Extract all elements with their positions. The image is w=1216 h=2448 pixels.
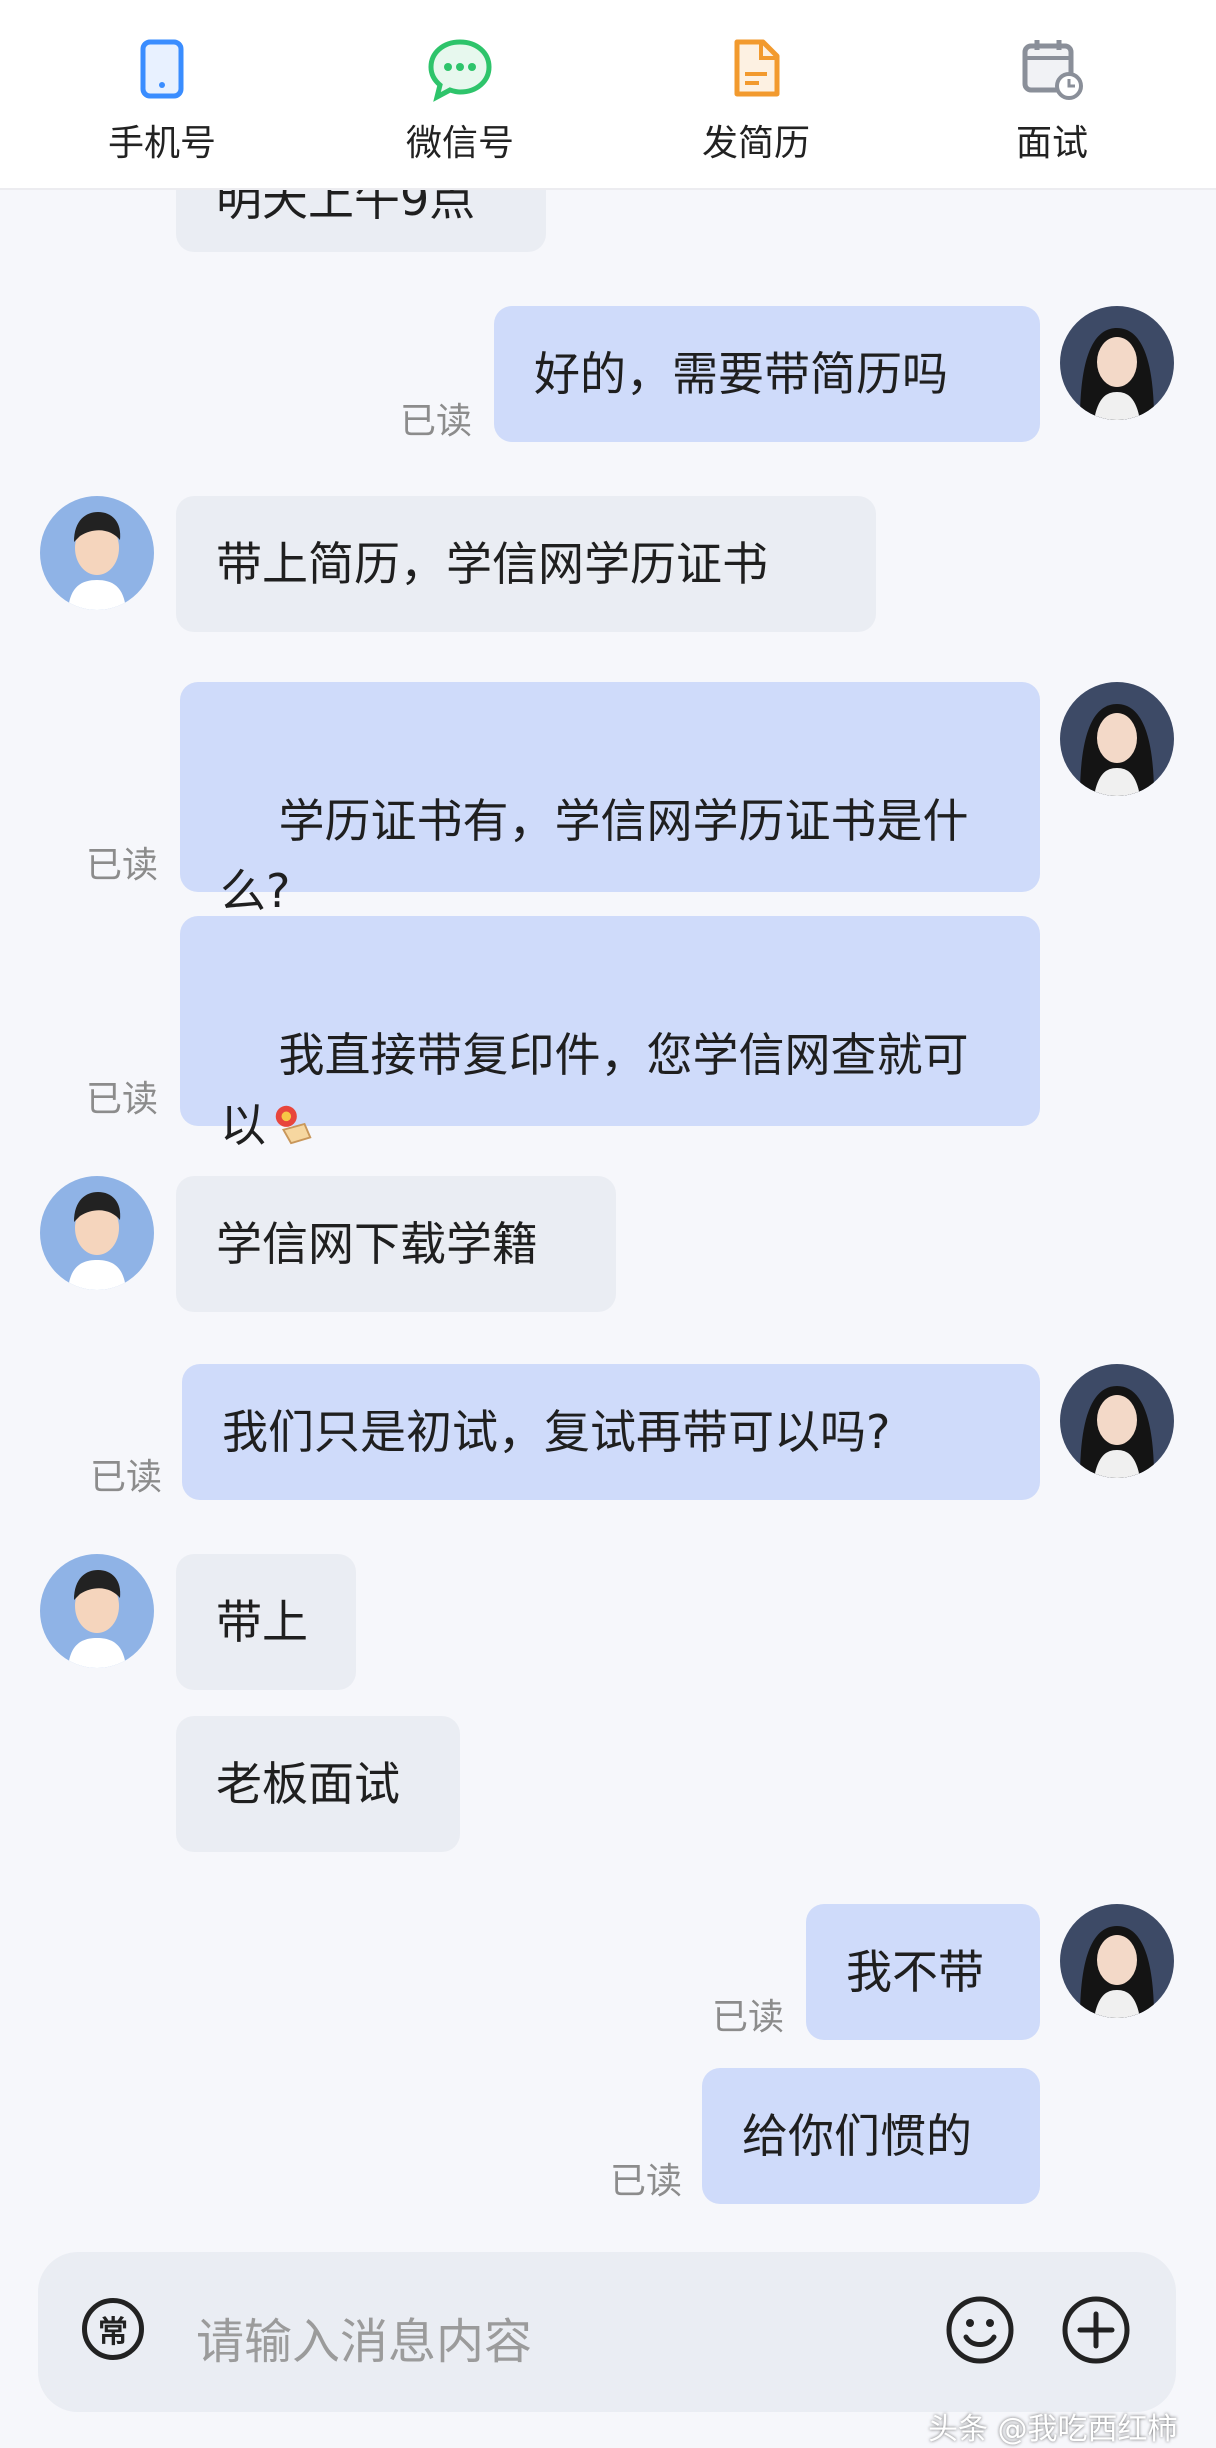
- message-bubble-received[interactable]: 带上: [176, 1554, 356, 1690]
- my-avatar[interactable]: [1060, 1904, 1174, 2018]
- woman-avatar-icon: [1060, 682, 1174, 796]
- phone-number-button[interactable]: 手机号: [62, 36, 262, 176]
- message-bubble-received[interactable]: 学信网下载学籍: [176, 1176, 616, 1312]
- message-input-bar: 常 请输入消息内容: [38, 2252, 1176, 2412]
- wechat-icon: [428, 39, 492, 102]
- woman-avatar-icon: [1060, 1364, 1174, 1478]
- recruiter-avatar[interactable]: [40, 1176, 154, 1290]
- message-text: 学信网下载学籍: [216, 1217, 538, 1271]
- chat-message-list[interactable]: 明天上午9点 已读 好的，需要带简历吗 带上简历，学信网学历证书 已读 学历证书…: [0, 190, 1216, 2240]
- message-text: 学历证书有，学信网学历证书是什么?: [220, 794, 969, 918]
- message-bubble-received[interactable]: 老板面试: [176, 1716, 460, 1852]
- woman-avatar-icon: [1060, 1904, 1174, 2018]
- recruiter-avatar[interactable]: [40, 496, 154, 610]
- message-text: 我不带: [846, 1945, 984, 1999]
- message-bubble-sent[interactable]: 好的，需要带简历吗: [494, 306, 1040, 442]
- message-bubble-sent[interactable]: 我直接带复印件，您学信网查就可以: [180, 916, 1040, 1152]
- read-receipt: 已读: [90, 1457, 163, 1498]
- woman-avatar-icon: [1060, 306, 1174, 420]
- man-avatar-icon: [40, 1554, 154, 1668]
- read-receipt: 已读: [86, 1079, 159, 1120]
- resume-icon: [734, 39, 780, 97]
- common-phrases-label: 常: [98, 2315, 128, 2350]
- message-text: 我们只是初试，复试再带可以吗?: [222, 1405, 891, 1459]
- message-text: 老板面试: [216, 1757, 400, 1811]
- message-bubble-received[interactable]: 明天上午9点: [176, 190, 546, 252]
- message-bubble-sent[interactable]: 给你们惯的: [702, 2068, 1040, 2204]
- read-receipt: 已读: [610, 2161, 683, 2202]
- message-bubble-sent[interactable]: 学历证书有，学信网学历证书是什么?: [180, 682, 1040, 918]
- smiley-icon[interactable]: [944, 2294, 1016, 2366]
- message-text: 好的，需要带简历吗: [534, 347, 948, 401]
- phone-number-label: 手机号: [107, 123, 216, 164]
- my-avatar[interactable]: [1060, 682, 1174, 796]
- handshake-emoji: [275, 1105, 312, 1145]
- message-input[interactable]: 请输入消息内容: [196, 2302, 532, 2372]
- top-toolbar: 手机号 微信号 发简历 面试: [0, 0, 1216, 190]
- recruiter-avatar[interactable]: [40, 1554, 154, 1668]
- watermark: 头条 @我吃西红柿: [928, 2412, 1178, 2447]
- message-bubble-received[interactable]: 带上简历，学信网学历证书: [176, 496, 876, 632]
- common-phrases-button[interactable]: 常: [82, 2298, 144, 2360]
- message-text: 带上: [216, 1595, 308, 1649]
- send-resume-label: 发简历: [701, 123, 810, 164]
- man-avatar-icon: [40, 1176, 154, 1290]
- man-avatar-icon: [40, 496, 154, 610]
- message-text: 明天上午9点: [216, 190, 476, 226]
- message-text: 我直接带复印件，您学信网查就可以: [220, 1028, 969, 1152]
- message-bubble-sent[interactable]: 我们只是初试，复试再带可以吗?: [182, 1364, 1040, 1500]
- calendar-icon: [1022, 40, 1083, 100]
- phone-icon: [140, 39, 184, 99]
- my-avatar[interactable]: [1060, 1364, 1174, 1478]
- message-text: 给你们惯的: [742, 2109, 972, 2163]
- interview-label: 面试: [1015, 123, 1088, 164]
- plus-icon[interactable]: [1060, 2294, 1132, 2366]
- wechat-label: 微信号: [405, 123, 514, 164]
- read-receipt: 已读: [86, 845, 159, 886]
- interview-button[interactable]: 面试: [952, 36, 1152, 176]
- wechat-button[interactable]: 微信号: [360, 36, 560, 176]
- my-avatar[interactable]: [1060, 306, 1174, 420]
- read-receipt: 已读: [712, 1997, 785, 2038]
- message-text: 带上简历，学信网学历证书: [216, 537, 768, 591]
- send-resume-button[interactable]: 发简历: [656, 36, 856, 176]
- read-receipt: 已读: [400, 401, 473, 442]
- message-bubble-sent[interactable]: 我不带: [806, 1904, 1040, 2040]
